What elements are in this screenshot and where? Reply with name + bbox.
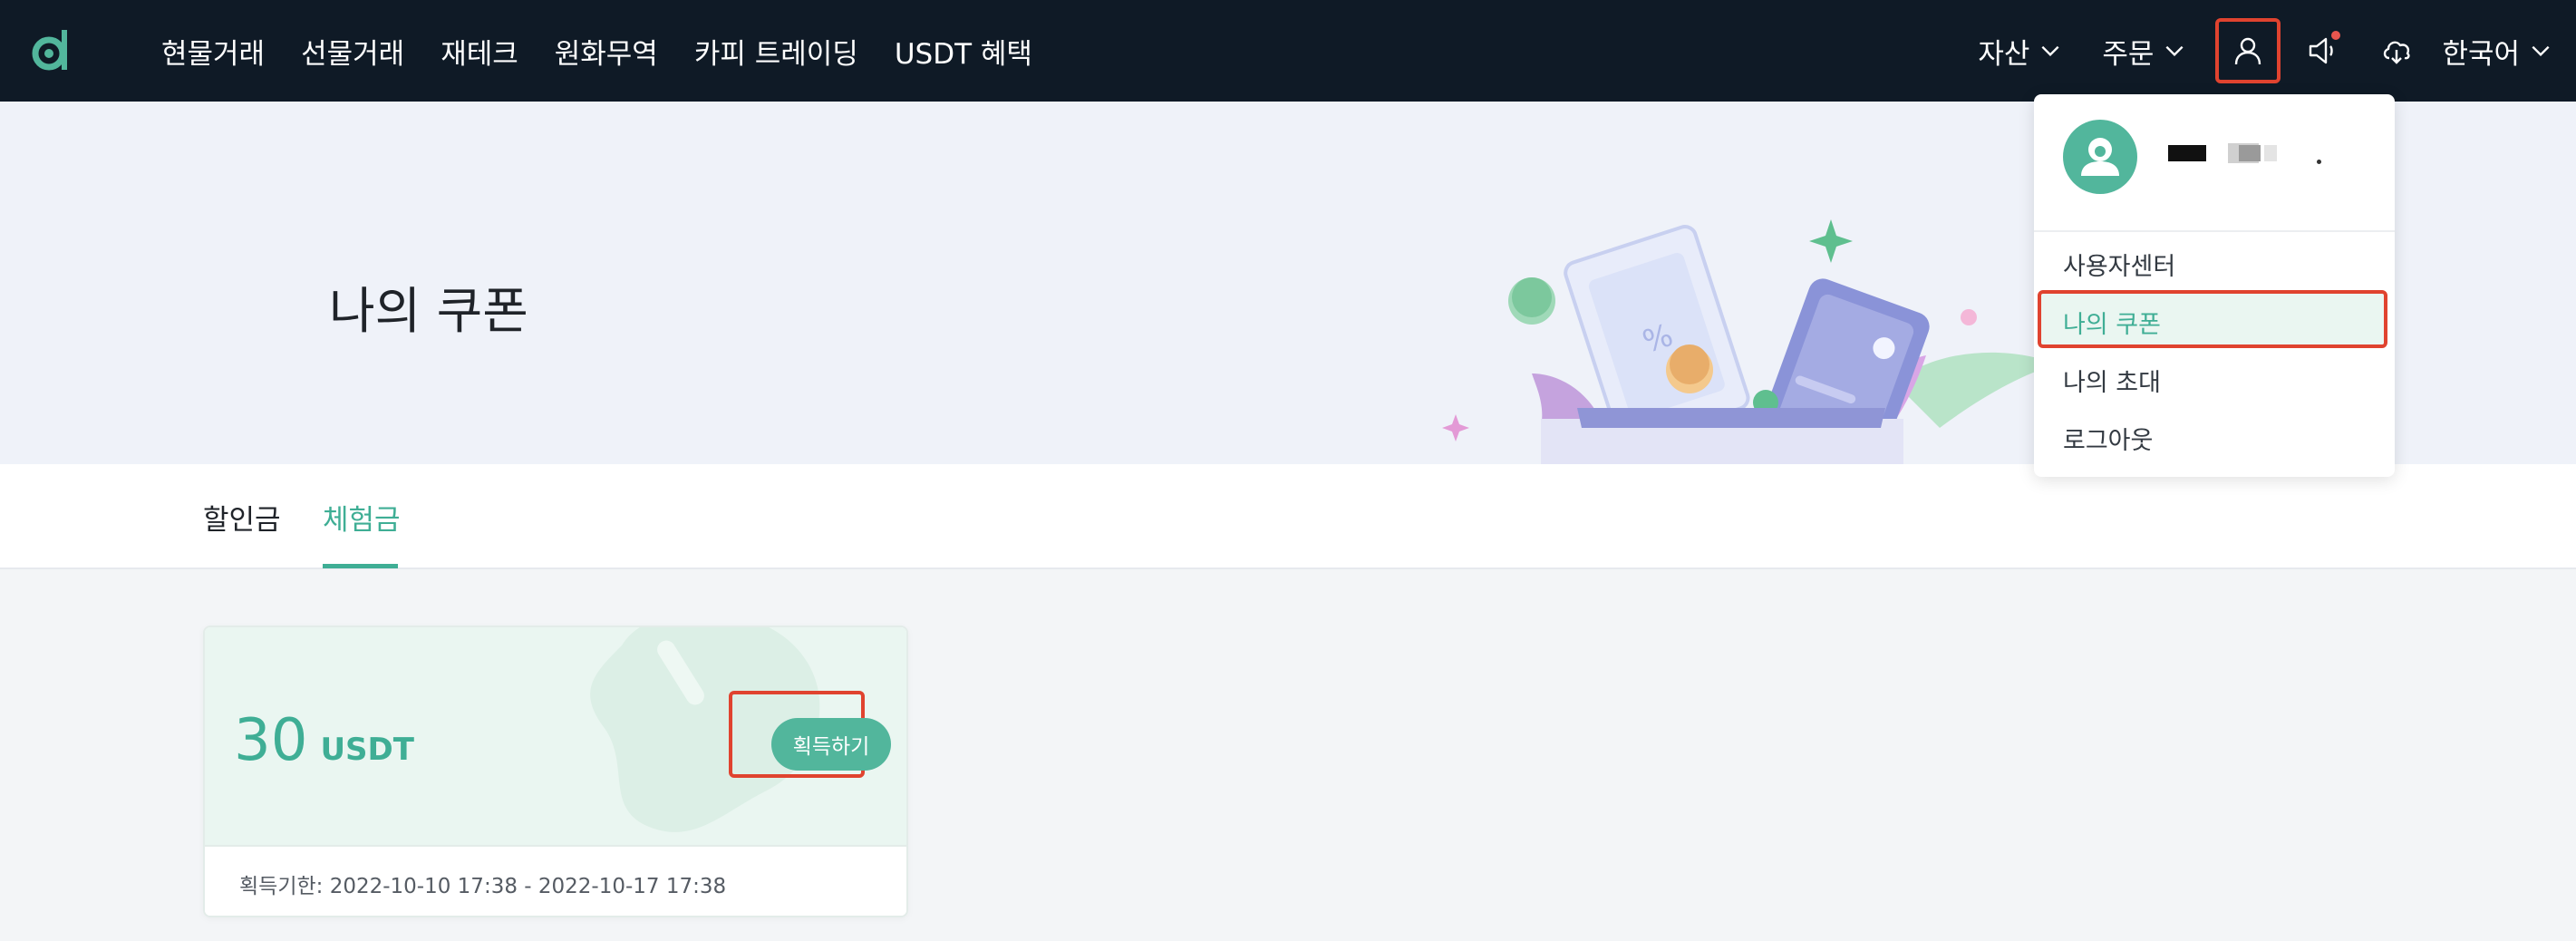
d-logo-icon[interactable] bbox=[31, 28, 73, 72]
top-navigation-bar: 현물거래 선물거래 재테크 원화무역 카피 트레이딩 USDT 혜택 자산 주문 bbox=[0, 0, 2576, 102]
menu-item-my-invites[interactable]: 나의 초대 bbox=[2063, 363, 2161, 398]
assets-dropdown[interactable]: 자산 bbox=[1978, 31, 2062, 72]
coupon-illustration: % bbox=[1442, 219, 2058, 464]
nav-link-copy-trading[interactable]: 카피 트레이딩 bbox=[694, 31, 858, 72]
claim-button-wrap: 획득하기 bbox=[761, 713, 891, 771]
menu-item-user-center[interactable]: 사용자센터 bbox=[2063, 247, 2175, 282]
chevron-down-icon bbox=[2041, 45, 2059, 57]
tab-experience-fund[interactable]: 체험금 bbox=[323, 497, 401, 538]
nav-link-futures[interactable]: 선물거래 bbox=[301, 31, 404, 72]
download-button[interactable] bbox=[2364, 18, 2429, 83]
nav-link-usdt-benefits[interactable]: USDT 혜택 bbox=[895, 31, 1032, 72]
chevron-down-icon bbox=[2165, 45, 2184, 57]
coupon-amount: 30 USDT bbox=[234, 707, 414, 774]
masked-username bbox=[2264, 145, 2277, 161]
active-tab-indicator bbox=[323, 564, 398, 568]
notification-dot bbox=[2329, 29, 2343, 42]
user-icon bbox=[2235, 37, 2261, 65]
orders-dropdown[interactable]: 주문 bbox=[2102, 31, 2186, 72]
user-menu-button[interactable] bbox=[2215, 18, 2281, 83]
assets-label: 자산 bbox=[1978, 37, 2030, 71]
coupon-type-tabs: 할인금 체험금 bbox=[0, 464, 2576, 569]
menu-item-logout[interactable]: 로그아웃 bbox=[2063, 421, 2153, 456]
masked-username bbox=[2317, 160, 2321, 164]
coupon-claim-period: 획득기한: 2022-10-10 17:38 - 2022-10-17 17:3… bbox=[239, 875, 727, 898]
nav-right-group: 자산 주문 한국어 bbox=[1978, 0, 2552, 102]
masked-username bbox=[2168, 145, 2206, 161]
nav-link-spot[interactable]: 현물거래 bbox=[161, 31, 265, 72]
claim-button[interactable]: 획득하기 bbox=[771, 718, 891, 771]
main-nav-links: 현물거래 선물거래 재테크 원화무역 카피 트레이딩 USDT 혜택 bbox=[161, 0, 1032, 102]
page-title: 나의 쿠폰 bbox=[329, 282, 528, 340]
language-dropdown[interactable]: 한국어 bbox=[2442, 31, 2552, 72]
announcement-button[interactable] bbox=[2290, 18, 2355, 83]
coupon-amount-value: 30 bbox=[234, 707, 308, 774]
orders-label: 주문 bbox=[2102, 37, 2155, 71]
menu-item-my-coupons[interactable]: 나의 쿠폰 bbox=[2063, 305, 2161, 340]
user-dropdown-menu: 사용자센터 나의 쿠폰 나의 초대 로그아웃 bbox=[2034, 94, 2395, 477]
avatar bbox=[2063, 120, 2137, 194]
user-avatar-icon bbox=[2081, 138, 2119, 176]
tab-discount[interactable]: 할인금 bbox=[203, 497, 281, 538]
coupon-card: 30 USDT 획득하기 획득기한: 2022-10-10 17:38 - 20… bbox=[203, 626, 908, 917]
coupon-card-footer: 획득기한: 2022-10-10 17:38 - 2022-10-17 17:3… bbox=[205, 845, 906, 916]
user-profile-header bbox=[2034, 94, 2395, 232]
chevron-down-icon bbox=[2532, 45, 2550, 57]
coupon-card-header: 30 USDT 획득하기 bbox=[205, 627, 906, 845]
masked-username bbox=[2239, 145, 2261, 161]
nav-link-earn[interactable]: 재테크 bbox=[441, 31, 518, 72]
language-label: 한국어 bbox=[2442, 37, 2520, 71]
nav-link-krw-trade[interactable]: 원화무역 bbox=[555, 31, 658, 72]
download-icon bbox=[2384, 41, 2411, 64]
coupon-amount-unit: USDT bbox=[320, 732, 414, 768]
